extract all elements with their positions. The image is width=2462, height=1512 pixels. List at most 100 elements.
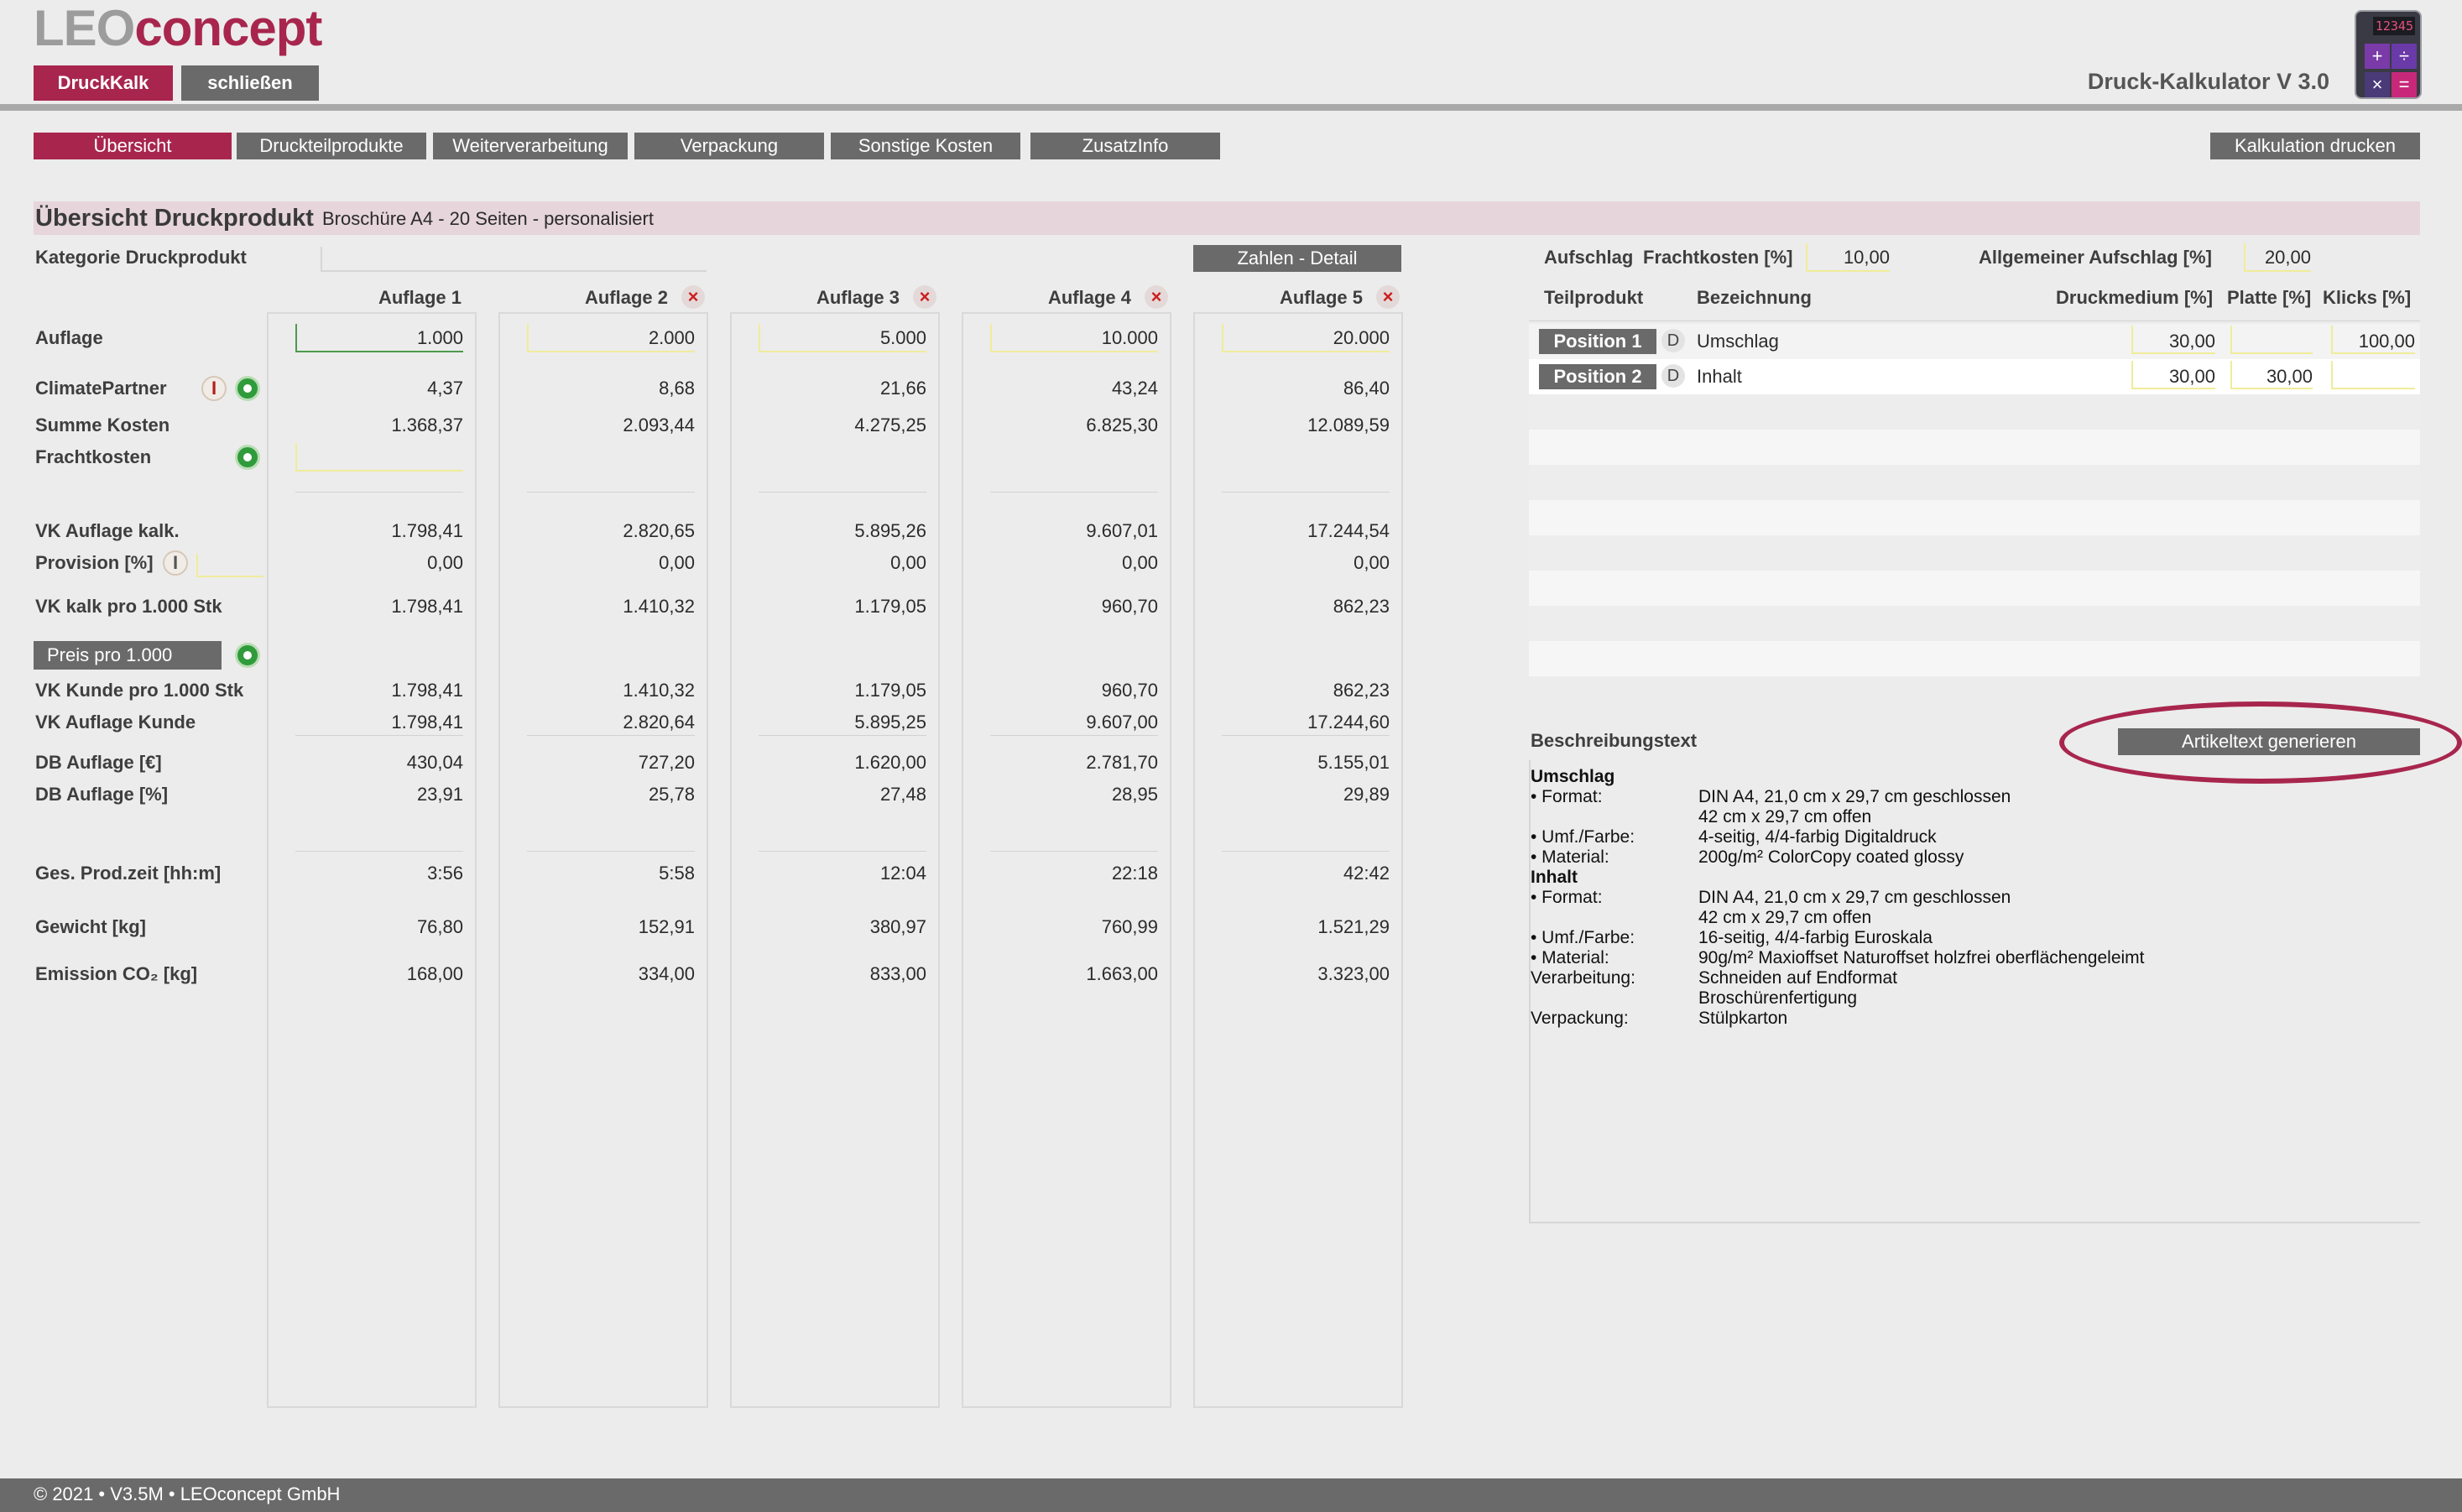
column-divider-line: [759, 492, 926, 493]
cell-gewicht-4: 760,99: [1101, 916, 1158, 937]
empty-row: [1529, 641, 2420, 676]
frachtkosten-field-1[interactable]: [295, 443, 463, 472]
column-divider-line: [990, 492, 1158, 493]
position-2-druckmedium[interactable]: 30,00: [2131, 361, 2215, 389]
cell-vk_kunde_1000-4: 960,70: [1101, 680, 1158, 701]
row-label-frachtkosten: Frachtkosten: [35, 446, 152, 467]
provision-field[interactable]: [196, 554, 263, 577]
klicks-header: Klicks [%]: [2323, 287, 2412, 308]
auflage-1-column: [267, 312, 477, 1408]
position-2-d-badge[interactable]: D: [1661, 364, 1685, 388]
climatepartner-info-icon[interactable]: I: [201, 376, 227, 401]
preis-refresh-icon[interactable]: [235, 643, 260, 668]
footer-bar: [0, 1478, 2462, 1512]
position-1-button[interactable]: Position 1: [1539, 329, 1656, 354]
frachtkosten-field-3[interactable]: [759, 443, 926, 472]
climatepartner-refresh-icon[interactable]: [235, 376, 260, 401]
allg-aufschlag-input[interactable]: 20,00: [2244, 243, 2311, 272]
tab-druckteilprodukte[interactable]: Druckteilprodukte: [237, 133, 426, 159]
cell-gewicht-3: 380,97: [869, 916, 926, 937]
tab-weiterverarbeitung[interactable]: Weiterverarbeitung: [433, 133, 628, 159]
cell-auflage-4[interactable]: 10.000: [990, 324, 1158, 352]
description-key: Verarbeitung:: [1531, 968, 1635, 988]
column-divider-line: [295, 492, 463, 493]
cell-emission-2: 334,00: [638, 963, 695, 984]
remove-auflage-3-icon[interactable]: ×: [913, 285, 936, 309]
empty-row: [1529, 535, 2420, 571]
position-1-platte[interactable]: [2230, 326, 2313, 354]
row-label-emission: Emission CO₂ [kg]: [35, 963, 198, 984]
cell-summe-1: 1.368,37: [391, 414, 463, 435]
cell-provision-4: 0,00: [1122, 552, 1158, 573]
cell-db_pct-5: 29,89: [1343, 784, 1390, 805]
cell-provision-5: 0,00: [1354, 552, 1390, 573]
frachtkosten-pct-label: Frachtkosten [%]: [1643, 247, 1793, 268]
calc-divide-key: ÷: [2392, 44, 2417, 69]
cell-prodzeit-1: 3:56: [427, 863, 463, 884]
cell-prodzeit-4: 22:18: [1111, 863, 1158, 884]
frachtkosten-pct-input[interactable]: 10,00: [1806, 243, 1890, 272]
beschreibungstext-label: Beschreibungstext: [1531, 730, 1698, 751]
position-2-button[interactable]: Position 2: [1539, 364, 1656, 389]
column-divider-line: [527, 492, 695, 493]
frachtkosten-field-2[interactable]: [527, 443, 695, 472]
cell-provision-1: 0,00: [427, 552, 463, 573]
cell-climate-4: 43,24: [1111, 378, 1158, 399]
cell-auflage-3[interactable]: 5.000: [759, 324, 926, 352]
cell-prodzeit-3: 12:04: [879, 863, 926, 884]
frachtkosten-field-4[interactable]: [990, 443, 1158, 472]
preis-pro-1000-button[interactable]: Preis pro 1.000: [34, 641, 222, 670]
leoconcept-logo: LEOconcept: [34, 0, 322, 56]
auflage-5-header: Auflage 5: [1279, 287, 1363, 308]
app-title: Druck-Kalkulator V 3.0: [2087, 69, 2329, 94]
column-divider-line: [990, 735, 1158, 736]
cell-emission-4: 1.663,00: [1086, 963, 1158, 984]
row-label-vk-auflage-kalk: VK Auflage kalk.: [35, 520, 180, 541]
tab-verpackung[interactable]: Verpackung: [634, 133, 824, 159]
position-1-druckmedium[interactable]: 30,00: [2131, 326, 2215, 354]
position-2-klicks[interactable]: [2331, 361, 2415, 389]
druckkalk-button[interactable]: DruckKalk: [34, 65, 173, 101]
tab-zusatzinfo[interactable]: ZusatzInfo: [1030, 133, 1220, 159]
description-value: 90g/m² Maxioffset Naturoffset holzfrei o…: [1698, 948, 2145, 967]
cell-climate-3: 21,66: [879, 378, 926, 399]
frachtkosten-refresh-icon[interactable]: [235, 445, 260, 470]
description-key: Umschlag: [1531, 767, 1615, 786]
description-key: • Format:: [1531, 888, 1603, 907]
zahlen-detail-button[interactable]: Zahlen - Detail: [1193, 245, 1401, 272]
cell-summe-5: 12.089,59: [1307, 414, 1390, 435]
kategorie-field[interactable]: [321, 247, 707, 272]
frachtkosten-field-5[interactable]: [1222, 443, 1390, 472]
row-label-prodzeit: Ges. Prod.zeit [hh:m]: [35, 863, 222, 884]
cell-gewicht-2: 152,91: [638, 916, 695, 937]
row-label-provision: Provision [%]: [35, 552, 154, 573]
position-1-klicks[interactable]: 100,00: [2331, 326, 2415, 354]
cell-summe-4: 6.825,30: [1086, 414, 1158, 435]
print-calculation-button[interactable]: Kalkulation drucken: [2210, 133, 2420, 159]
cell-db_eur-2: 727,20: [638, 752, 695, 773]
tab-uebersicht[interactable]: Übersicht: [34, 133, 232, 159]
cell-provision-3: 0,00: [890, 552, 926, 573]
position-2-platte[interactable]: 30,00: [2230, 361, 2313, 389]
position-1-name: Umschlag: [1697, 331, 1779, 352]
cell-auflage-5[interactable]: 20.000: [1222, 324, 1390, 352]
remove-auflage-2-icon[interactable]: ×: [681, 285, 705, 309]
cell-vk_auflage_kunde-4: 9.607,00: [1086, 712, 1158, 733]
platte-header: Platte [%]: [2227, 287, 2312, 308]
cell-db_pct-1: 23,91: [416, 784, 463, 805]
remove-auflage-5-icon[interactable]: ×: [1376, 285, 1400, 309]
cell-auflage-2[interactable]: 2.000: [527, 324, 695, 352]
cell-vk_auflage_kunde-1: 1.798,41: [391, 712, 463, 733]
close-app-button[interactable]: schließen: [181, 65, 319, 101]
cell-vk_auflage_kunde-5: 17.244,60: [1307, 712, 1390, 733]
description-key: • Material:: [1531, 948, 1609, 967]
position-1-d-badge[interactable]: D: [1661, 329, 1685, 352]
provision-info-icon[interactable]: I: [163, 550, 188, 576]
auflage-3-column: [730, 312, 940, 1408]
remove-auflage-4-icon[interactable]: ×: [1145, 285, 1168, 309]
cell-auflage-1[interactable]: 1.000: [295, 324, 463, 352]
column-divider-line: [1222, 735, 1390, 736]
column-divider-line: [527, 851, 695, 852]
tab-sonstige-kosten[interactable]: Sonstige Kosten: [831, 133, 1020, 159]
description-textarea[interactable]: [1529, 760, 2420, 1223]
